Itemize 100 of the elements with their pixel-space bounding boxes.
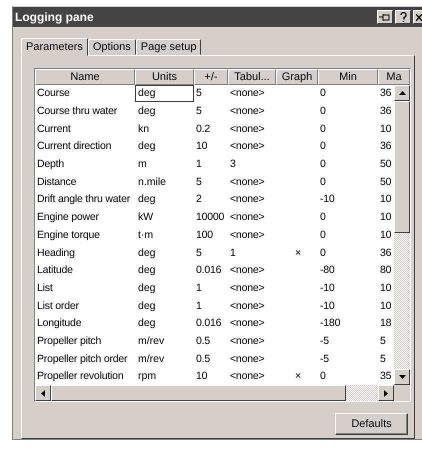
- table-cell-text: 10: [195, 139, 208, 154]
- horizontal-scrollbar[interactable]: [35, 385, 394, 401]
- table-cell-text: 100: [195, 228, 214, 243]
- table-cell-text: Propeller pitch order: [36, 352, 128, 367]
- up-arrow-icon: [398, 91, 406, 95]
- table-cell-text: 80: [379, 263, 392, 278]
- table-cell-text: -5: [319, 352, 330, 367]
- table-cell-text: deg: [137, 263, 157, 278]
- table-cell-text: 0.5: [195, 352, 211, 367]
- table-cell-text: 36: [379, 246, 392, 261]
- table-cell-text: <none>: [229, 122, 266, 137]
- left-arrow-icon: [41, 390, 45, 396]
- table-cell-text: 0: [319, 139, 327, 154]
- graph-mark: ×: [294, 246, 302, 261]
- help-button[interactable]: [395, 10, 411, 24]
- table-cell-text: List order: [36, 298, 80, 314]
- table-cell-text: 0: [319, 369, 327, 384]
- tab[interactable]: Parameters: [21, 38, 88, 56]
- table-cell-text: 0: [319, 86, 327, 102]
- table-cell-text: Current direction: [36, 139, 112, 154]
- table-cell-text: Longitude: [36, 316, 82, 332]
- table-cell-text: <none>: [229, 263, 266, 278]
- table-cell-text: 10000: [195, 210, 226, 226]
- table-cell-text: 10: [379, 228, 392, 243]
- table-cell-text: 10: [379, 192, 392, 208]
- table-cell-text: 1: [229, 246, 237, 261]
- tab[interactable]: Options: [88, 39, 136, 55]
- table-cell-text: Heading: [36, 246, 76, 261]
- table-cell-text: 5: [379, 334, 387, 349]
- tab[interactable]: Page setup: [136, 39, 202, 55]
- table-cell-text: t·m: [137, 228, 154, 243]
- table-cell-text: <none>: [229, 316, 266, 332]
- table-cell-text: m/rev: [137, 352, 166, 367]
- table-cell-text: 5: [195, 246, 203, 261]
- table-cell-text: 36: [379, 86, 392, 102]
- column-header[interactable]: Units: [135, 69, 194, 85]
- table-cell-text: Current: [36, 122, 72, 137]
- vertical-scrollbar[interactable]: [394, 85, 410, 385]
- table-cell-text: 1: [195, 157, 203, 172]
- table-cell-text: 3: [229, 157, 237, 172]
- table-cell-text: 0.5: [195, 334, 211, 349]
- cell-editor[interactable]: deg: [135, 85, 194, 102]
- window-title: Logging pane: [15, 10, 95, 24]
- table-cell-text: -10: [319, 280, 336, 296]
- table-cell-text: -180: [319, 316, 342, 332]
- table-cell-text: Course: [36, 86, 71, 102]
- table-cell-text: <none>: [229, 334, 266, 349]
- close-icon: [416, 14, 422, 20]
- table-cell-text: deg: [137, 298, 157, 314]
- column-header[interactable]: Tabul...: [228, 69, 276, 85]
- table-cell-text: List: [36, 280, 54, 296]
- table-cell-text: <none>: [229, 139, 266, 154]
- column-header[interactable]: Ma: [378, 69, 410, 85]
- table-cell-text: 10: [379, 122, 392, 137]
- table-cell-text: 0: [319, 174, 327, 190]
- table-cell-text: deg: [137, 104, 157, 120]
- defaults-button[interactable]: Defaults: [335, 413, 408, 435]
- table-cell-text: Engine torque: [36, 228, 101, 243]
- table-cell-text: -10: [319, 192, 336, 208]
- down-arrow-icon: [398, 375, 406, 379]
- table-cell-text: 1: [195, 280, 203, 296]
- column-header[interactable]: Graph: [276, 69, 318, 85]
- table-cell-text: -5: [319, 334, 330, 349]
- table-cell-text: -10: [319, 298, 336, 314]
- column-header[interactable]: +/-: [194, 69, 228, 85]
- table-cell-text: 18: [379, 316, 392, 332]
- table-cell-text: <none>: [229, 352, 266, 367]
- scrollbar-corner: [394, 385, 410, 401]
- table-cell-text: 5: [195, 174, 203, 190]
- table-cell-text: <none>: [229, 210, 266, 226]
- table-cell-text: 0: [319, 210, 327, 226]
- table-cell-text: 0: [319, 104, 327, 120]
- table-cell-text: deg: [137, 139, 157, 154]
- table-cell-text: deg: [137, 316, 157, 332]
- table-cell-text: 0.2: [195, 122, 211, 137]
- pin-icon: [379, 12, 391, 22]
- table-cell-text: Course thru water: [36, 104, 118, 120]
- table-cell-text: 0: [319, 157, 327, 172]
- table-cell-text: 0.016: [195, 316, 222, 332]
- table-cell-text: 36: [379, 104, 392, 120]
- table-cell-text: -80: [319, 263, 336, 278]
- table-cell-text: Depth: [36, 157, 66, 172]
- table-cell-text: m/rev: [137, 334, 166, 349]
- table-cell-text: kn: [137, 122, 150, 137]
- table-cell-text: 5: [195, 86, 203, 102]
- table-cell-text: <none>: [229, 298, 266, 314]
- table-cell-text: 35: [379, 369, 392, 384]
- table-cell-text: 10: [195, 369, 208, 384]
- table-cell-text: <none>: [229, 192, 266, 208]
- table-cell-text: deg: [137, 280, 157, 296]
- pin-button[interactable]: [377, 10, 393, 24]
- table-cell-text: kW: [137, 210, 154, 226]
- table-cell-text: Engine power: [36, 210, 100, 226]
- table-cell-text: deg: [137, 192, 157, 208]
- table-cell-text: <none>: [229, 86, 266, 102]
- table-cell-text: 50: [379, 157, 392, 172]
- column-header[interactable]: Name: [35, 69, 135, 85]
- column-header[interactable]: Min: [318, 69, 378, 85]
- table-cell-text: <none>: [229, 280, 266, 296]
- table-cell-text: 10: [379, 298, 392, 314]
